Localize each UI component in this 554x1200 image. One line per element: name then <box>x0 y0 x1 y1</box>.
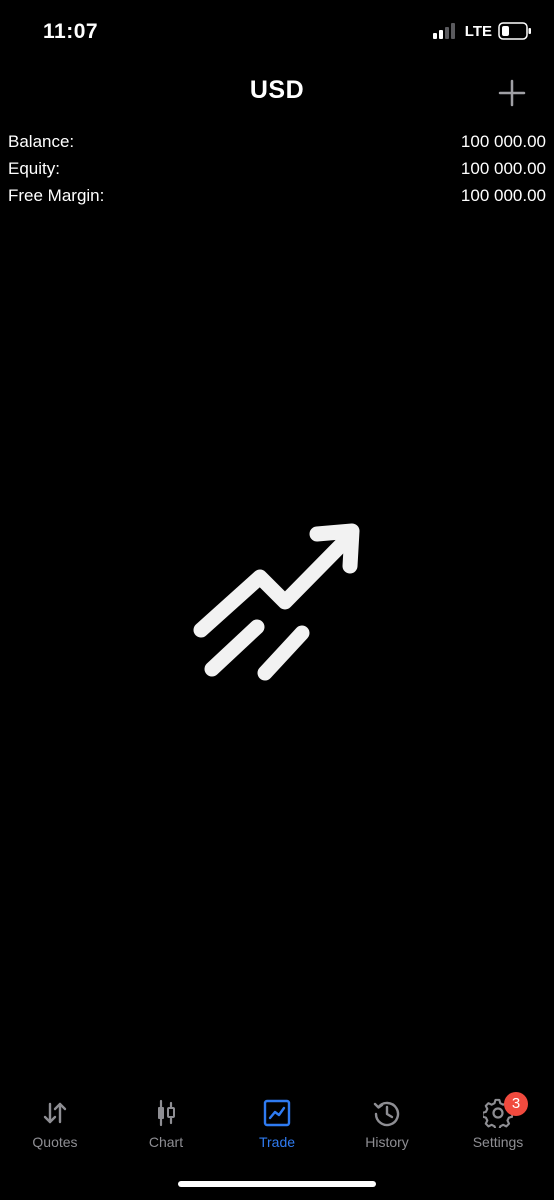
tab-history[interactable]: History <box>332 1098 442 1162</box>
tab-quotes[interactable]: Quotes <box>0 1098 110 1162</box>
battery-icon <box>498 22 531 40</box>
tab-trade-label: Trade <box>258 1134 296 1150</box>
tab-history-label: History <box>365 1134 409 1150</box>
trade-chart-icon <box>263 1099 291 1127</box>
status-indicators: LTE <box>432 22 532 40</box>
balance-row: Balance: 100 000.00 <box>8 130 546 157</box>
home-indicator[interactable] <box>178 1181 376 1187</box>
free-margin-value: 100 000.00 <box>460 186 546 205</box>
history-clock-icon <box>373 1101 400 1127</box>
free-margin-row: Free Margin: 100 000.00 <box>8 184 546 211</box>
account-summary: Balance: 100 000.00 Equity: 100 000.00 F… <box>8 130 546 211</box>
tab-settings[interactable]: 3 Settings <box>443 1092 553 1162</box>
settings-notification-badge: 3 <box>504 1092 528 1116</box>
tab-trade[interactable]: Trade <box>222 1098 332 1162</box>
balance-label: Balance: <box>8 132 75 151</box>
tab-settings-label: Settings <box>472 1134 524 1150</box>
network-type: LTE <box>464 22 492 40</box>
trending-up-icon <box>193 523 360 681</box>
tab-quotes-label: Quotes <box>32 1134 78 1150</box>
page-title: USD <box>249 76 305 104</box>
balance-value: 100 000.00 <box>460 132 546 151</box>
status-time: 11:07 <box>43 20 99 43</box>
free-margin-label: Free Margin: <box>8 186 105 205</box>
equity-value: 100 000.00 <box>460 159 546 178</box>
add-icon[interactable] <box>498 79 526 107</box>
tab-chart-label: Chart <box>148 1134 184 1150</box>
status-bar: 11:07 LTE <box>0 0 554 66</box>
candlestick-icon <box>158 1099 175 1127</box>
equity-row: Equity: 100 000.00 <box>8 157 546 184</box>
equity-label: Equity: <box>8 159 60 178</box>
quotes-arrows-icon <box>43 1102 67 1124</box>
tab-chart[interactable]: Chart <box>111 1098 221 1162</box>
signal-strength-icon <box>432 23 455 39</box>
